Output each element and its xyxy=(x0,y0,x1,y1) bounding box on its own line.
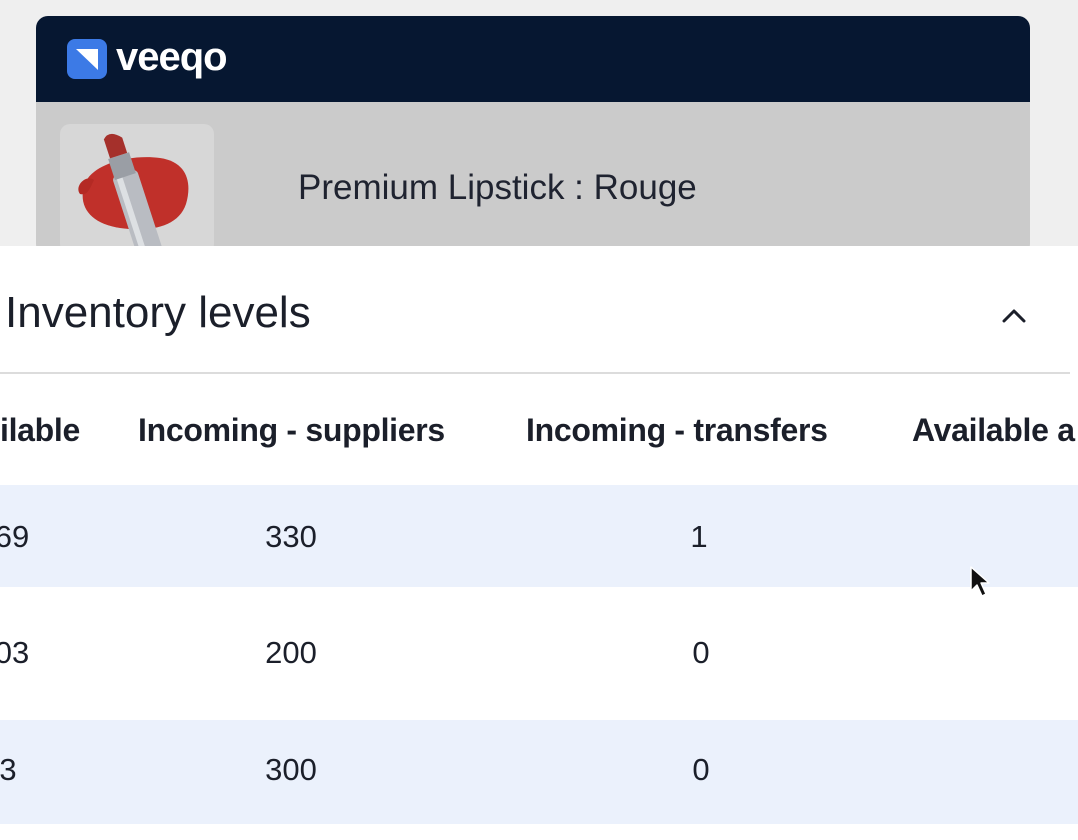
inventory-panel: Inventory levels ilable Incoming - suppl… xyxy=(0,246,1078,840)
logo-text: veeqo xyxy=(116,35,228,79)
product-card: veeqo Premium Lipstick : Rouge xyxy=(36,16,1030,256)
cell-available: 03 xyxy=(0,635,30,670)
table-header-row: ilable Incoming - suppliers Incoming - t… xyxy=(0,374,1078,485)
cell-available: 69 xyxy=(0,519,30,554)
column-header-incoming-suppliers: Incoming - suppliers xyxy=(138,412,445,448)
veeqo-logo-icon xyxy=(67,39,107,79)
inventory-panel-header[interactable]: Inventory levels xyxy=(0,246,1070,374)
cell-incoming-suppliers: 300 xyxy=(265,752,317,787)
collapse-button[interactable] xyxy=(995,298,1033,334)
table-row[interactable]: 03 200 0 xyxy=(0,587,1078,720)
product-title: Premium Lipstick : Rouge xyxy=(298,168,697,207)
top-bar: veeqo xyxy=(36,16,1030,102)
cell-incoming-transfers: 0 xyxy=(692,635,710,670)
table-row[interactable]: 3 300 0 xyxy=(0,720,1078,824)
cell-incoming-suppliers: 200 xyxy=(265,635,317,670)
panel-title: Inventory levels xyxy=(5,288,311,337)
column-header-incoming-transfers: Incoming - transfers xyxy=(526,412,828,448)
lipstick-image xyxy=(60,124,214,254)
product-row: Premium Lipstick : Rouge xyxy=(36,102,1030,256)
inventory-table: ilable Incoming - suppliers Incoming - t… xyxy=(0,374,1078,824)
column-header-available: ilable xyxy=(0,412,81,448)
mouse-cursor-icon xyxy=(970,566,990,597)
column-header-available-after: Available a xyxy=(912,412,1075,448)
cell-incoming-transfers: 1 xyxy=(690,519,708,554)
cell-incoming-transfers: 0 xyxy=(692,752,710,787)
cell-available: 3 xyxy=(0,752,17,787)
chevron-up-icon xyxy=(1002,309,1026,323)
table-row[interactable]: 69 330 1 xyxy=(0,485,1078,587)
cell-incoming-suppliers: 330 xyxy=(265,519,317,554)
